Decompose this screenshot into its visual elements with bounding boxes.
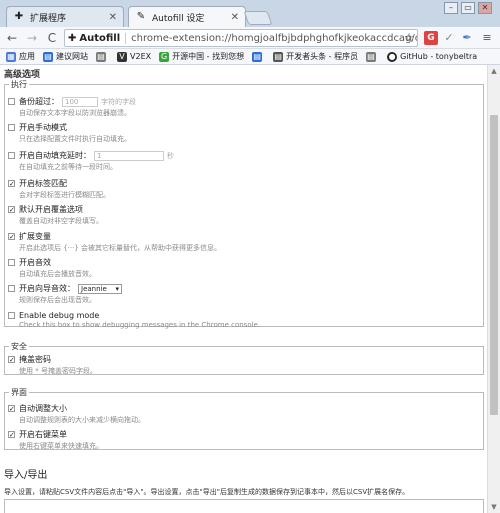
bookmark-unnamed[interactable]: ▤: [366, 51, 379, 62]
minimize-button[interactable]: –: [444, 2, 458, 14]
bookmark-toutiao[interactable]: ▤ 开发者头条 - 程序员: [273, 51, 358, 62]
address-bar[interactable]: ✚ Autofill chrome-extension://homgjoalfb…: [64, 29, 418, 47]
tab-title: 扩展程序: [30, 13, 67, 24]
github-icon: ●: [387, 51, 398, 62]
delay-seconds-input[interactable]: 1: [94, 150, 164, 161]
url-text: chrome-extension://homgjoalfbjbdphghofkj…: [131, 32, 418, 44]
option-debug: Enable debug mode Check this box to show…: [8, 311, 468, 329]
google-icon[interactable]: G: [424, 31, 438, 45]
star-icon[interactable]: ☆: [402, 31, 416, 45]
wizard-sound-select[interactable]: Jeannie ▾: [78, 283, 122, 294]
page-icon: ▤: [252, 51, 263, 62]
mask-password-checkbox[interactable]: ✓: [8, 356, 15, 364]
menu-icon[interactable]: ≡: [480, 31, 494, 45]
page-icon: ▤: [43, 51, 53, 62]
option-auto-resize: ✓ 自动调整大小 自动调整规则表的大小来减少横向拖动。: [8, 404, 145, 424]
scroll-down-icon[interactable]: ▼: [488, 501, 500, 513]
option-autofill-delay: 开启自动填充延时： 1 秒 在自动填充之前等待一段时间。: [8, 150, 468, 172]
browser-toolbar: ← → C ✚ Autofill chrome-extension://homg…: [0, 27, 500, 49]
forward-button[interactable]: →: [24, 30, 40, 46]
tab-strip: ✚ 扩展程序 ✕ ✎ Autofill 设定 ✕ – ▭ ✕: [0, 0, 500, 27]
bookmark-oschina[interactable]: G 开源中国 - 找到您想: [159, 51, 244, 62]
import-export-instructions: 导入设置，请粘贴CSV文件内容后点击"导入"。导出设置，点击"导出"后复制生成的…: [4, 488, 410, 496]
option-extended-vars: ✓ 扩展变量 开启此选项后 {···} 会被其它标量替代，从帮助中获得更多信息。: [8, 232, 222, 252]
overwrite-checkbox[interactable]: ✓: [8, 206, 15, 214]
puzzle-icon: ✚: [14, 11, 24, 22]
bookmark-v2ex[interactable]: V V2EX: [117, 51, 151, 62]
feather-icon[interactable]: ✒: [460, 31, 474, 45]
sound-checkbox[interactable]: [8, 259, 15, 266]
new-tab-button[interactable]: [243, 11, 273, 25]
context-menu-checkbox[interactable]: ✓: [8, 431, 15, 439]
tab-extensions[interactable]: ✚ 扩展程序 ✕: [6, 6, 124, 27]
autofill-icon: ✎: [136, 11, 146, 22]
page-icon: ▤: [273, 51, 284, 62]
restore-button[interactable]: ▭: [461, 2, 475, 14]
bookmark-suggested[interactable]: ▤ 建议网站: [43, 51, 88, 62]
apps-grid-icon: ▦: [6, 51, 16, 62]
import-export-heading: 导入/导出: [4, 470, 48, 481]
option-manual-mode: 开启手动模式 只在选择配置文件时执行自动填充。: [8, 122, 468, 144]
v2ex-icon: V: [117, 51, 127, 62]
bookmark-apps[interactable]: ▦ 应用: [6, 51, 35, 62]
page-icon: ▤: [96, 51, 106, 62]
puzzle-icon: ✚: [68, 32, 77, 44]
option-label-match: ✓ 开启标签匹配 会对字段标签进行模糊匹配。: [8, 179, 110, 199]
option-mask-password: ✓ 掩盖密码 使用 * 号掩盖密码字段。: [8, 355, 97, 375]
reload-button[interactable]: C: [44, 30, 60, 46]
scroll-up-icon[interactable]: ▲: [488, 65, 500, 77]
option-overwrite: ✓ 默认开启覆盖选项 覆盖自动对非空字段填写。: [8, 205, 103, 225]
page-icon: ▤: [366, 51, 377, 62]
backup-checkbox[interactable]: [8, 98, 15, 105]
page-scrollbar[interactable]: ▲ ▼: [487, 65, 500, 513]
back-button[interactable]: ←: [4, 30, 20, 46]
security-legend: 安全: [11, 342, 27, 351]
chevron-down-icon: ▾: [115, 284, 119, 293]
debug-checkbox[interactable]: [8, 312, 15, 319]
wizard-sound-checkbox[interactable]: [8, 285, 15, 292]
scrollbar-thumb[interactable]: [490, 115, 498, 415]
bookmark-unnamed[interactable]: ▤: [96, 51, 109, 62]
checkmark-icon[interactable]: ✓: [442, 31, 456, 45]
bookmarks-bar: ▦ 应用 ▤ 建议网站 ▤ V V2EX G 开源中国 - 找到您想 ▤ ▤ 开发者头条 …: [0, 49, 500, 65]
autofill-delay-checkbox[interactable]: [8, 152, 15, 159]
extension-name: Autofill: [79, 32, 127, 44]
tab-autofill-settings[interactable]: ✎ Autofill 设定 ✕: [128, 6, 246, 27]
label-match-checkbox[interactable]: ✓: [8, 180, 15, 188]
auto-resize-checkbox[interactable]: ✓: [8, 405, 15, 413]
bookmark-github[interactable]: ● GitHub - tonybeltra: [387, 51, 477, 62]
import-export-textarea[interactable]: [4, 499, 484, 513]
interface-legend: 界面: [11, 388, 27, 397]
window-close-button[interactable]: ✕: [478, 2, 492, 14]
close-tab-icon[interactable]: ✕: [109, 12, 117, 23]
extended-vars-checkbox[interactable]: ✓: [8, 233, 15, 241]
oschina-icon: G: [159, 51, 170, 62]
manual-mode-checkbox[interactable]: [8, 124, 15, 131]
option-context-menu: ✓ 开启右键菜单 使用右键菜单来快速填充。: [8, 430, 103, 450]
tab-title: Autofill 设定: [152, 13, 205, 24]
execution-legend: 执行: [11, 80, 27, 89]
option-wizard-sound: 开启向导音效： Jeannie ▾ 规则保存后会出现音效。: [8, 283, 468, 305]
bookmark-unnamed[interactable]: ▤: [252, 51, 265, 62]
close-tab-icon[interactable]: ✕: [231, 12, 239, 23]
backup-chars-input[interactable]: 100: [62, 96, 98, 107]
options-page: 高级选项 执行 备份超过： 100 字符的字段 自动保存文本字段以防浏览器崩溃。 开…: [0, 65, 487, 513]
option-backup: 备份超过： 100 字符的字段 自动保存文本字段以防浏览器崩溃。: [8, 96, 468, 118]
option-sound: 开启音效 自动填充后会播放音效。: [8, 257, 468, 279]
